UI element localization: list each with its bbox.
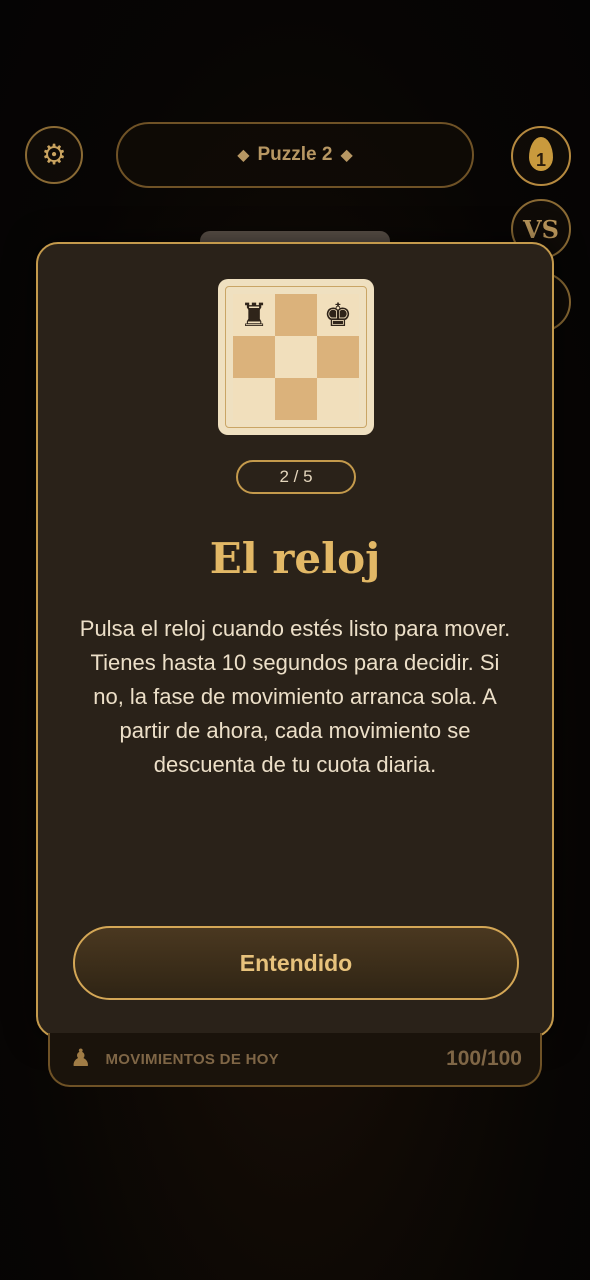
daily-moves-label: MOVIMIENTOS DE HOY: [105, 1050, 279, 1068]
modal-body: Pulsa el reloj cuando estés listo para m…: [79, 616, 511, 777]
gear-icon: ⚙: [41, 139, 67, 170]
pawn-icon: ♟: [70, 1045, 92, 1072]
settings-button[interactable]: ⚙: [25, 126, 83, 184]
board-square: [275, 336, 317, 378]
board-square: [275, 294, 317, 336]
modal-title: El reloj: [209, 534, 381, 583]
mini-chessboard: ♜ ♚: [218, 279, 374, 435]
vs-label: VS: [523, 214, 559, 244]
board-square: ♚: [317, 294, 359, 336]
board-square: [233, 378, 275, 420]
board-square: [233, 336, 275, 378]
diamond-icon: ◆: [237, 147, 250, 164]
tokens-button[interactable]: 1: [511, 126, 571, 186]
board-square: [317, 336, 359, 378]
diamond-icon: ◆: [340, 147, 353, 164]
daily-moves-value: 100/100: [446, 1047, 522, 1070]
board-square: [275, 378, 317, 420]
tutorial-modal: ♜ ♚ 2 / 5 El reloj Pulsa el reloj cuando…: [36, 242, 554, 1038]
step-indicator: 2 / 5: [236, 460, 356, 494]
token-count: 1: [535, 150, 546, 170]
board-square: ♜: [233, 294, 275, 336]
flame-token-icon: 1: [526, 137, 556, 175]
puzzle-title-pill: ◆ Puzzle 2 ◆: [116, 122, 474, 188]
board-grid: ♜ ♚: [233, 294, 359, 420]
board-square: [317, 378, 359, 420]
understood-button[interactable]: Entendido: [73, 926, 519, 1000]
daily-moves-bar: ♟ MOVIMIENTOS DE HOY 100/100: [48, 1033, 542, 1087]
puzzle-title: Puzzle 2: [257, 144, 333, 165]
